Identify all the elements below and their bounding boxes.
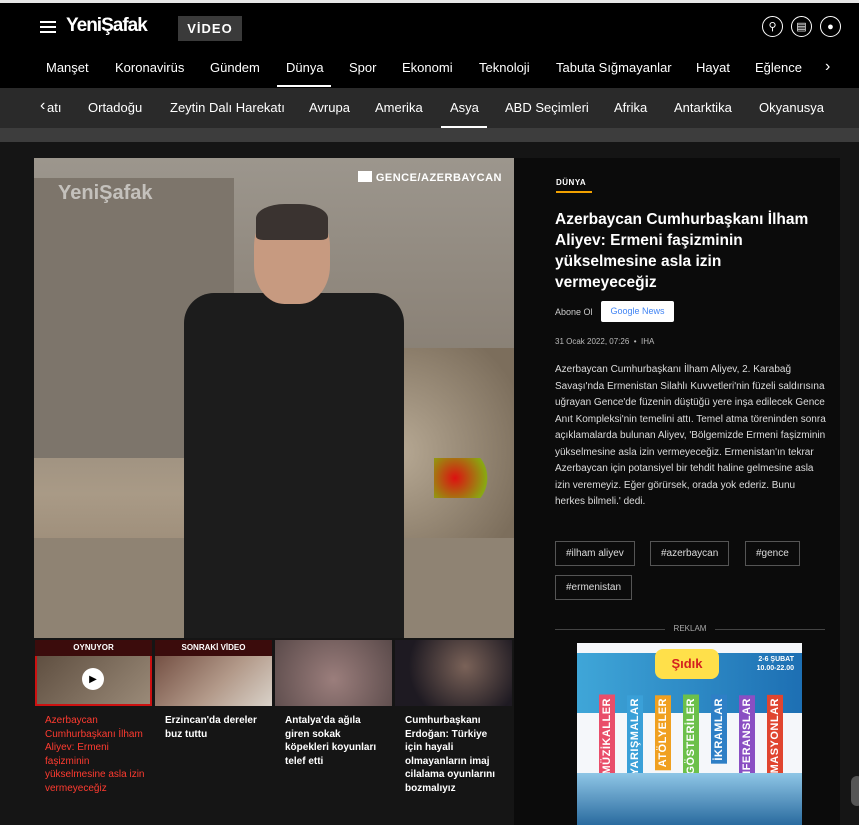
- thumbnail: [275, 640, 392, 706]
- scroll-handle[interactable]: [851, 776, 859, 806]
- subnav-item-active[interactable]: Asya: [450, 100, 479, 115]
- ad-dates: 2-6 ŞUBAT 10.00-22.00: [756, 656, 794, 672]
- video-frame-flowers: [434, 458, 504, 498]
- playlist-title[interactable]: Azerbaycan Cumhurbaşkanı İlham Aliyev: E…: [45, 714, 145, 795]
- video-player[interactable]: YeniŞafak GENCE/AZERBAYCAN: [34, 158, 514, 638]
- nav-item[interactable]: Hayat: [696, 60, 730, 75]
- nav-item[interactable]: Koronavirüs: [115, 60, 184, 75]
- ad-column: GÖSTERİLER: [683, 695, 699, 778]
- ad-column: İKRAMLAR: [711, 695, 727, 764]
- location-label: GENCE/AZERBAYCAN: [357, 171, 502, 184]
- ad-column: ATÖLYELER: [655, 695, 671, 771]
- subnav-item[interactable]: Ortadoğu: [88, 100, 142, 115]
- ad-banner[interactable]: Şıdık 2-6 ŞUBAT 10.00-22.00 MÜZİKALLER Y…: [577, 643, 802, 825]
- playlist-title[interactable]: Antalya'da ağıla giren sokak köpekleri k…: [285, 714, 385, 768]
- nav-item[interactable]: Manşet: [46, 60, 89, 75]
- playlist-title[interactable]: Cumhurbaşkanı Erdoğan: Türkiye için haya…: [405, 714, 505, 795]
- play-icon[interactable]: ▶: [82, 668, 104, 690]
- ad-base: [577, 773, 802, 825]
- search-icon[interactable]: ⚲: [762, 16, 783, 37]
- subnav-item[interactable]: Avrupa: [309, 100, 350, 115]
- category-underline: [556, 191, 592, 193]
- playlist-item[interactable]: SONRAKİ VİDEO Erzincan'da dereler buz tu…: [154, 638, 274, 825]
- ad-label: REKLAM: [555, 624, 825, 633]
- subscribe-label: Abone Ol: [555, 307, 593, 317]
- article-title: Azerbaycan Cumhurbaşkanı İlham Aliyev: E…: [555, 211, 809, 291]
- nav-item[interactable]: Ekonomi: [402, 60, 453, 75]
- google-news-button[interactable]: Google News: [601, 301, 674, 322]
- thumbnail: [395, 640, 512, 706]
- playlist-title[interactable]: Erzincan'da dereler buz tuttu: [165, 714, 265, 741]
- category-label[interactable]: DÜNYA: [556, 178, 586, 187]
- video-frame-person: [174, 198, 414, 638]
- subnav-item[interactable]: Zeytin Dalı Harekatı: [170, 100, 285, 115]
- tag-chip[interactable]: #ermenistan: [555, 575, 633, 600]
- primary-nav: Manşet Koronavirüs Gündem Dünya Spor Eko…: [0, 50, 859, 88]
- nav-item[interactable]: Teknoloji: [479, 60, 530, 75]
- map-icon: [357, 171, 372, 182]
- subnav-item[interactable]: Amerika: [375, 100, 423, 115]
- user-icon[interactable]: ●: [820, 16, 841, 37]
- nav-item[interactable]: Gündem: [210, 60, 260, 75]
- playlist-item[interactable]: Cumhurbaşkanı Erdoğan: Türkiye için haya…: [394, 638, 514, 825]
- subnav-item[interactable]: atı: [47, 100, 61, 115]
- subnav-item[interactable]: Okyanusya: [759, 100, 824, 115]
- nav-item[interactable]: Spor: [349, 60, 376, 75]
- playlist: OYNUYOR ▶ Azerbaycan Cumhurbaşkanı İlham…: [34, 638, 514, 825]
- video-section-badge[interactable]: VİDEO: [178, 16, 242, 41]
- article-body: Azerbaycan Cumhurbaşkanı İlham Aliyev, 2…: [555, 364, 826, 507]
- subnav-item[interactable]: Antarktika: [674, 100, 732, 115]
- playlist-item[interactable]: OYNUYOR ▶ Azerbaycan Cumhurbaşkanı İlham…: [34, 638, 154, 825]
- nav-item[interactable]: Tabuta Sığmayanlar: [556, 60, 672, 75]
- active-indicator: [277, 85, 331, 87]
- ad-column: MÜZİKALLER: [599, 695, 615, 778]
- menu-icon[interactable]: [40, 21, 56, 33]
- site-logo[interactable]: YeniŞafak: [66, 15, 148, 37]
- ad-logo: Şıdık: [655, 649, 719, 679]
- nav-item-active[interactable]: Dünya: [286, 60, 324, 75]
- playlist-tag: OYNUYOR: [35, 640, 152, 656]
- ad-column: YARIŞMALAR: [627, 695, 643, 779]
- tag-chip[interactable]: #ilham aliyev: [555, 541, 635, 566]
- secondary-nav: ‹ atı Ortadoğu Zeytin Dalı Harekatı Avru…: [0, 88, 859, 128]
- top-bar: YeniŞafak VİDEO ⚲ ▤ ●: [0, 0, 859, 50]
- chevron-left-icon[interactable]: ‹: [40, 97, 45, 115]
- separator-strip: [0, 128, 859, 142]
- video-watermark: YeniŞafak: [58, 182, 153, 204]
- chevron-right-icon[interactable]: ›: [825, 58, 830, 76]
- article-meta: 31 Ocak 2022, 07:26 • IHA: [555, 337, 655, 346]
- tag-chip[interactable]: #gence: [745, 541, 800, 566]
- nav-item[interactable]: Eğlence: [755, 60, 802, 75]
- playlist-item[interactable]: Antalya'da ağıla giren sokak köpekleri k…: [274, 638, 394, 825]
- subnav-item[interactable]: Afrika: [614, 100, 647, 115]
- tag-chip[interactable]: #azerbaycan: [650, 541, 730, 566]
- article-date: 31 Ocak 2022, 07:26: [555, 337, 630, 346]
- article-source: IHA: [640, 337, 655, 346]
- playlist-tag: SONRAKİ VİDEO: [155, 640, 272, 656]
- newspaper-icon[interactable]: ▤: [791, 16, 812, 37]
- subnav-item[interactable]: ABD Seçimleri: [505, 100, 589, 115]
- article-panel: DÜNYA Azerbaycan Cumhurbaşkanı İlham Ali…: [514, 158, 840, 825]
